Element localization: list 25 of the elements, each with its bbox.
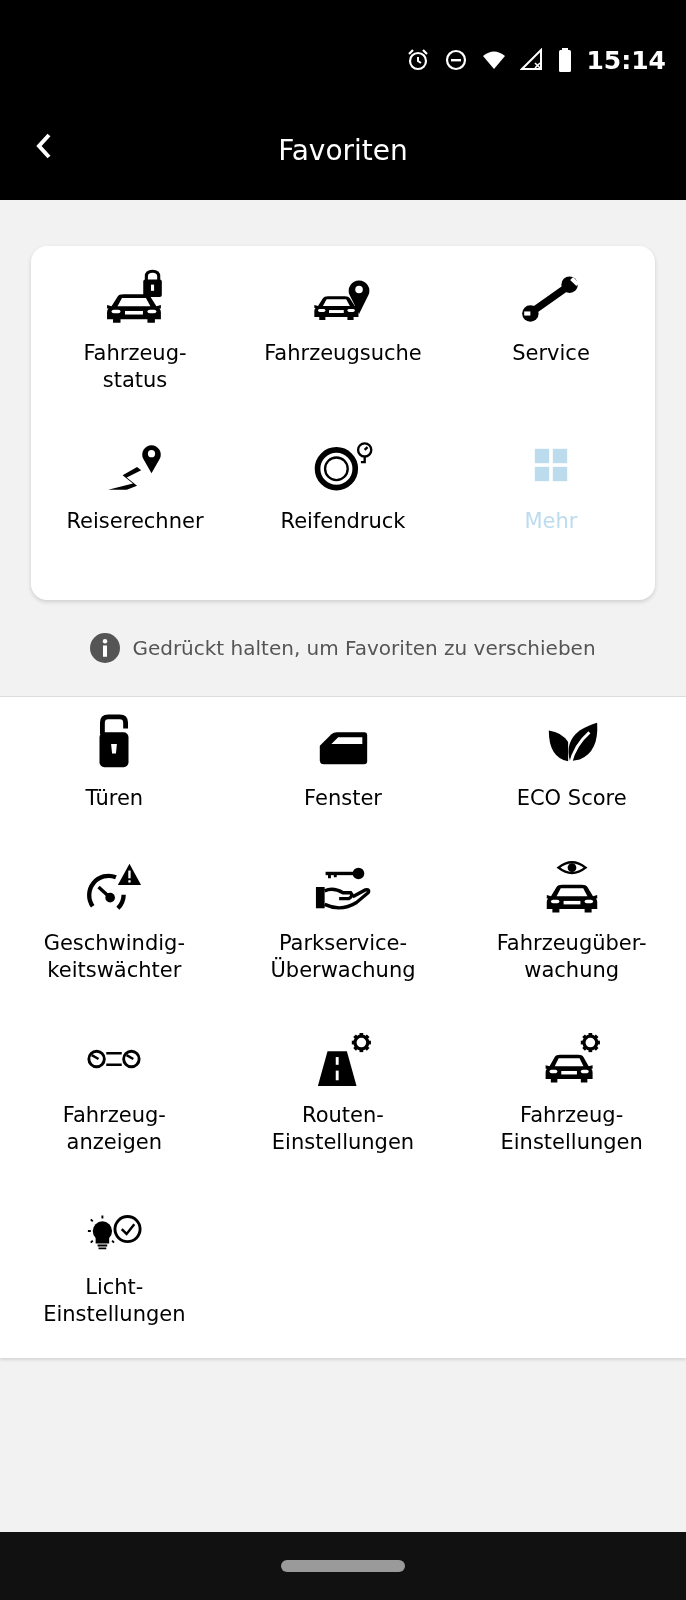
favorite-tile[interactable]: Reifendruck: [239, 420, 447, 588]
function-tile[interactable]: Routen- Einstellungen: [228, 1014, 458, 1186]
function-tile[interactable]: Fahrzeug- anzeigen: [0, 1014, 229, 1186]
do-not-disturb-icon: [444, 48, 469, 72]
function-tile[interactable]: Fenster: [228, 697, 458, 842]
function-tile[interactable]: ECO Score: [457, 697, 686, 842]
status-time: 15:14: [586, 45, 666, 75]
function-tile[interactable]: Fahrzeug- Einstellungen: [457, 1014, 686, 1186]
back-icon[interactable]: [36, 132, 52, 160]
signal-icon: [520, 48, 545, 72]
grid-icon: [533, 447, 569, 483]
favorite-tile[interactable]: Fahrzeugsuche: [239, 252, 447, 420]
hint-text: Gedrückt halten, um Favoriten zu verschieben: [132, 636, 596, 660]
function-tile[interactable]: Fahrzeugüber- wachung: [457, 842, 686, 1014]
favorite-tile[interactable]: Fahrzeug- status: [31, 252, 239, 420]
home-handle[interactable]: [281, 1560, 405, 1572]
battery-icon: [558, 48, 573, 72]
function-tile[interactable]: Licht- Einstellungen: [0, 1186, 229, 1358]
favorite-tile[interactable]: Service: [447, 252, 655, 420]
function-tile[interactable]: Geschwindig- keitswächter: [0, 842, 229, 1014]
info-icon: [90, 633, 121, 663]
function-tile[interactable]: Parkservice- Überwachung: [228, 842, 458, 1014]
function-tile[interactable]: Türen: [0, 697, 229, 842]
favorite-tile[interactable]: Reiserechner: [31, 420, 239, 588]
screen-title: Favoriten: [278, 133, 408, 167]
